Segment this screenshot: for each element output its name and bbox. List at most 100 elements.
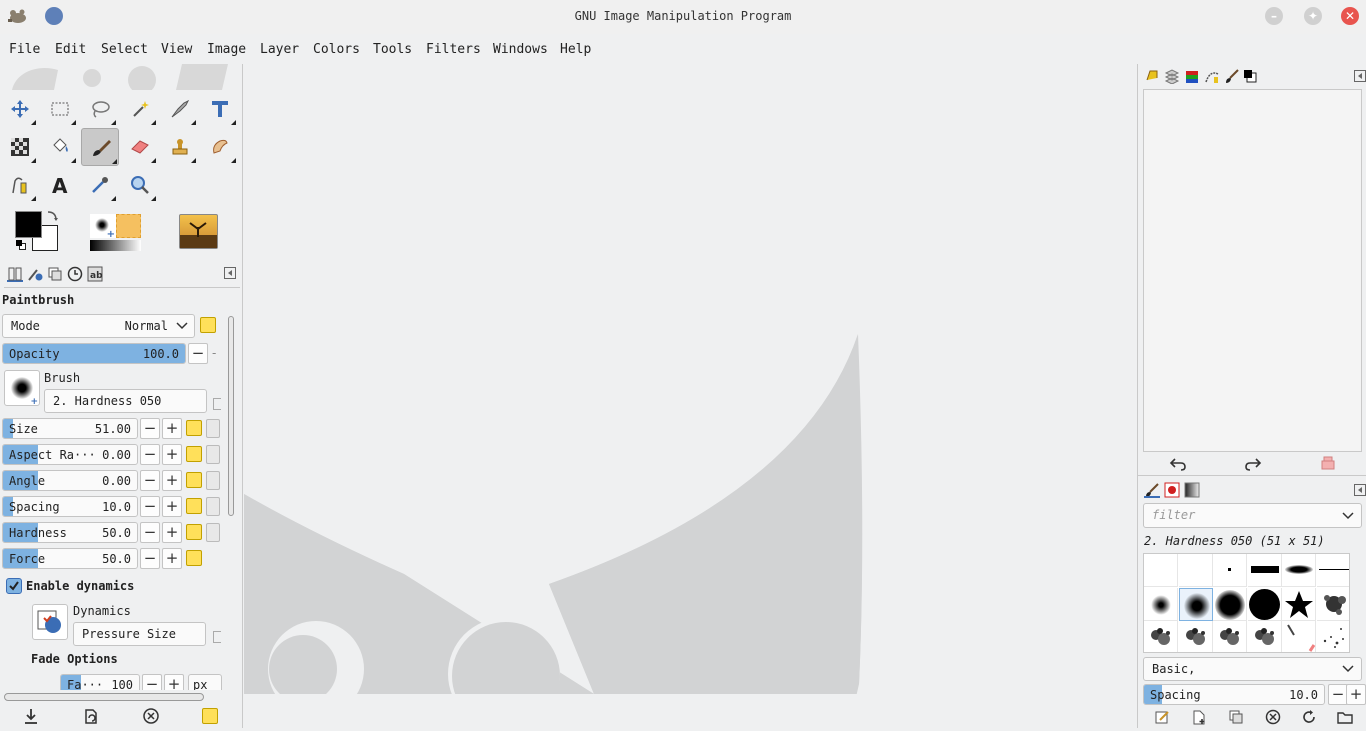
tab-fg-bg-icon[interactable] [1242,68,1258,84]
color-picker-tool[interactable] [83,168,117,202]
paintbrush-tool[interactable] [81,128,119,166]
spacing-decrement-button[interactable]: − [140,496,160,517]
spacing-slider[interactable]: Spacing 10.0 [2,496,138,517]
chevron-down-icon[interactable] [1342,665,1354,673]
tool-options-vscrollbar[interactable] [226,314,236,690]
brush-cell[interactable] [1282,554,1316,587]
spacing-increment-button[interactable]: + [162,496,182,517]
menu-image[interactable]: Image [207,42,246,57]
fade-length-slider[interactable]: Fa··· 100 [60,674,140,690]
brush-tag-field[interactable]: Basic, [1143,657,1362,681]
size-reset-icon[interactable] [186,420,202,436]
tab-images-icon[interactable]: ab [87,266,103,282]
brush-cell[interactable] [1144,554,1178,587]
redo-icon[interactable] [1244,455,1262,471]
brush-cell[interactable] [1213,621,1247,652]
angle-decrement-button[interactable]: − [140,470,160,491]
bucket-fill-tool[interactable] [43,130,77,164]
move-tool[interactable] [3,92,37,126]
eraser-tool[interactable] [123,130,157,164]
opacity-slider[interactable]: Opacity 100.0 [2,343,186,364]
brush-name-field[interactable]: 2. Hardness 050 [44,389,207,413]
swap-colors-icon[interactable] [45,209,59,223]
menu-colors[interactable]: Colors [313,42,360,57]
hardness-slider[interactable]: Hardness 50.0 [2,522,138,543]
brush-cell[interactable] [1282,587,1316,621]
brush-cell[interactable] [1316,554,1349,587]
transform-tool[interactable] [203,92,237,126]
brush-cell[interactable] [1213,587,1247,621]
tab-tool-options-icon[interactable] [7,266,23,282]
tab-patterns-icon[interactable] [1164,482,1180,498]
menu-file[interactable]: File [9,42,40,57]
brush-cell[interactable] [1247,587,1282,621]
menu-help[interactable]: Help [560,42,591,57]
tab-undo-icon[interactable] [1144,68,1160,84]
opacity-decrement-button[interactable]: − [188,343,208,364]
hardness-reset-icon[interactable] [186,524,202,540]
foreground-color-swatch[interactable] [15,211,42,238]
active-pattern-preview[interactable] [116,214,141,238]
chevron-down-icon[interactable] [1342,512,1354,520]
save-preset-icon[interactable] [22,707,40,725]
gradient-tool[interactable] [3,130,37,164]
fade-increment-button[interactable]: + [164,674,184,690]
wilber-dropzone-icon[interactable] [8,64,230,90]
undo-icon[interactable] [1169,455,1187,471]
opacity-increment-button[interactable]: - [212,343,220,364]
dynamics-edit-icon[interactable] [213,631,221,643]
menu-windows[interactable]: Windows [493,42,548,57]
aspect-ratio-slider[interactable]: Aspect Ra··· 0.00 [2,444,138,465]
brush-filter-input[interactable]: filter [1143,503,1362,528]
tab-undo-history-icon[interactable] [47,266,63,282]
tab-device-status-icon[interactable] [27,266,43,282]
angle-link-icon[interactable] [206,471,220,490]
layers-list[interactable] [1143,89,1362,452]
fade-decrement-button[interactable]: − [142,674,162,690]
size-link-icon[interactable] [206,419,220,438]
reset-mode-icon[interactable] [200,317,216,333]
paths-tool[interactable] [163,92,197,126]
hardness-decrement-button[interactable]: − [140,522,160,543]
delete-preset-icon[interactable] [142,707,160,725]
maximize-button[interactable]: ✦ [1304,7,1322,25]
text-tool[interactable]: A [43,168,77,202]
dynamics-preview-button[interactable] [32,604,68,640]
duplicate-brush-icon[interactable] [1228,709,1244,725]
image-canvas[interactable] [244,64,1137,730]
dock-menu-icon[interactable] [1354,70,1366,86]
force-increment-button[interactable]: + [162,548,182,569]
paths-select-tool[interactable] [3,168,37,202]
size-slider[interactable]: Size 51.00 [2,418,138,439]
clear-history-icon[interactable] [1320,455,1336,471]
menu-filters[interactable]: Filters [426,42,481,57]
aspect-ratio-decrement-button[interactable]: − [140,444,160,465]
spacing-link-icon[interactable] [206,497,220,516]
brush-cell[interactable] [1213,554,1247,587]
aspect-ratio-link-icon[interactable] [206,445,220,464]
force-decrement-button[interactable]: − [140,548,160,569]
angle-increment-button[interactable]: + [162,470,182,491]
zoom-tool[interactable] [123,168,157,202]
fuzzy-select-tool[interactable] [123,92,157,126]
dock-menu-icon[interactable] [224,267,240,283]
brush-cell[interactable] [1247,554,1282,587]
open-brush-folder-icon[interactable] [1337,709,1353,725]
delete-brush-icon[interactable] [1265,709,1281,725]
tab-layers-icon[interactable] [1164,68,1180,84]
clone-tool[interactable] [163,130,197,164]
brush-cell[interactable] [1178,587,1213,621]
dynamics-name-field[interactable]: Pressure Size [73,622,206,646]
spacing-reset-icon[interactable] [186,498,202,514]
refresh-brushes-icon[interactable] [1301,709,1317,725]
active-gradient-preview[interactable] [90,240,141,251]
brush-cell[interactable] [1316,621,1349,652]
angle-reset-icon[interactable] [186,472,202,488]
default-colors-icon[interactable] [16,240,26,250]
spacing-decrement-button[interactable]: − [1328,684,1348,705]
new-brush-icon[interactable] [1191,709,1207,725]
close-button[interactable]: ✕ [1341,7,1359,25]
active-brush-preview[interactable]: + [90,214,116,240]
brush-cell[interactable] [1178,554,1213,587]
menu-edit[interactable]: Edit [55,42,86,57]
